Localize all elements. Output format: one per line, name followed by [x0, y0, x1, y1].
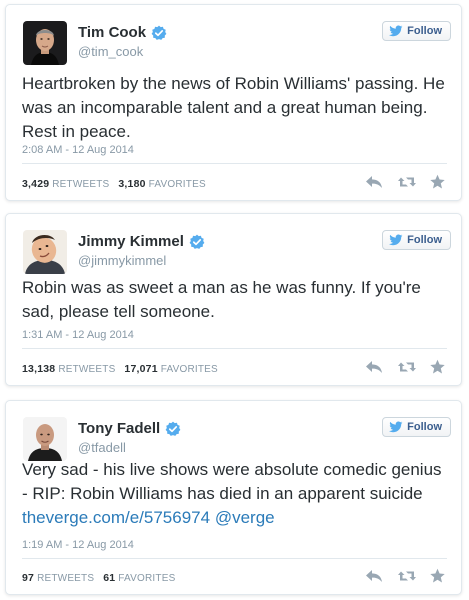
- reply-icon[interactable]: [365, 359, 383, 375]
- divider: [22, 163, 447, 164]
- divider: [22, 558, 447, 559]
- reply-icon[interactable]: [365, 174, 383, 190]
- tweet-card: Tony Fadell @tfadell Follow Very sad - h…: [5, 400, 462, 595]
- retweet-icon[interactable]: [397, 359, 416, 375]
- verified-badge-icon: [151, 25, 167, 40]
- tweet-text: Robin was as sweet a man as he was funny…: [22, 276, 447, 324]
- favorite-star-icon[interactable]: [429, 568, 447, 584]
- favorite-count[interactable]: 17,071: [124, 363, 157, 375]
- twitter-bird-icon: [389, 25, 403, 37]
- twitter-bird-icon: [389, 421, 403, 433]
- tweet-stats: 13,138 RETWEETS 17,071 FAVORITES: [22, 363, 218, 375]
- tweet-stats: 97 RETWEETS 61 FAVORITES: [22, 572, 175, 584]
- twitter-bird-icon: [389, 234, 403, 246]
- tweet-body: Robin was as sweet a man as he was funny…: [22, 278, 421, 321]
- tweet-body: Very sad - his live shows were absolute …: [22, 460, 442, 503]
- follow-button[interactable]: Follow: [382, 21, 451, 41]
- tweet-timestamp[interactable]: 2:08 AM - 12 Aug 2014: [22, 144, 134, 156]
- avatar[interactable]: [23, 21, 67, 65]
- tweet-text: Very sad - his live shows were absolute …: [22, 458, 447, 530]
- tweet-body: Heartbroken by the news of Robin William…: [22, 74, 445, 141]
- favorites-label: FAVORITES: [148, 179, 206, 190]
- tweet-text: Heartbroken by the news of Robin William…: [22, 72, 447, 144]
- follow-label: Follow: [407, 25, 442, 37]
- favorite-star-icon[interactable]: [429, 359, 447, 375]
- follow-label: Follow: [407, 234, 442, 246]
- tweet-actions: [365, 568, 447, 584]
- tweet-mention[interactable]: @verge: [215, 508, 275, 527]
- tweet-link[interactable]: theverge.com/e/5756974: [22, 508, 210, 527]
- favorite-count[interactable]: 3,180: [118, 178, 145, 190]
- verified-badge-icon: [165, 421, 181, 436]
- tweet-actions: [365, 359, 447, 375]
- favorites-label: FAVORITES: [118, 573, 176, 584]
- tweet-card: Tim Cook @tim_cook Follow Heartbroken by…: [5, 4, 462, 201]
- tweet-stats: 3,429 RETWEETS 3,180 FAVORITES: [22, 178, 206, 190]
- avatar[interactable]: [23, 417, 67, 461]
- favorites-label: FAVORITES: [160, 364, 218, 375]
- retweet-icon[interactable]: [397, 174, 416, 190]
- author-name[interactable]: Jimmy Kimmel: [78, 233, 184, 250]
- author-name[interactable]: Tony Fadell: [78, 420, 160, 437]
- tweet-timestamp[interactable]: 1:19 AM - 12 Aug 2014: [22, 539, 134, 551]
- tweet-timestamp[interactable]: 1:31 AM - 12 Aug 2014: [22, 329, 134, 341]
- reply-icon[interactable]: [365, 568, 383, 584]
- divider: [22, 348, 447, 349]
- favorite-star-icon[interactable]: [429, 174, 447, 190]
- follow-button[interactable]: Follow: [382, 417, 451, 437]
- verified-badge-icon: [189, 234, 205, 249]
- author-handle[interactable]: @tfadell: [78, 440, 126, 455]
- favorite-count[interactable]: 61: [103, 572, 115, 584]
- author-name[interactable]: Tim Cook: [78, 24, 146, 41]
- retweet-icon[interactable]: [397, 568, 416, 584]
- retweet-count[interactable]: 97: [22, 572, 34, 584]
- follow-button[interactable]: Follow: [382, 230, 451, 250]
- avatar[interactable]: [23, 230, 67, 274]
- tweet-card: Jimmy Kimmel @jimmykimmel Follow Robin w…: [5, 213, 462, 386]
- follow-label: Follow: [407, 421, 442, 433]
- tweet-actions: [365, 174, 447, 190]
- retweet-count[interactable]: 3,429: [22, 178, 49, 190]
- author-handle[interactable]: @tim_cook: [78, 44, 143, 59]
- retweet-count[interactable]: 13,138: [22, 363, 55, 375]
- retweets-label: RETWEETS: [58, 364, 116, 375]
- author-handle[interactable]: @jimmykimmel: [78, 253, 166, 268]
- retweets-label: RETWEETS: [37, 573, 95, 584]
- retweets-label: RETWEETS: [52, 179, 110, 190]
